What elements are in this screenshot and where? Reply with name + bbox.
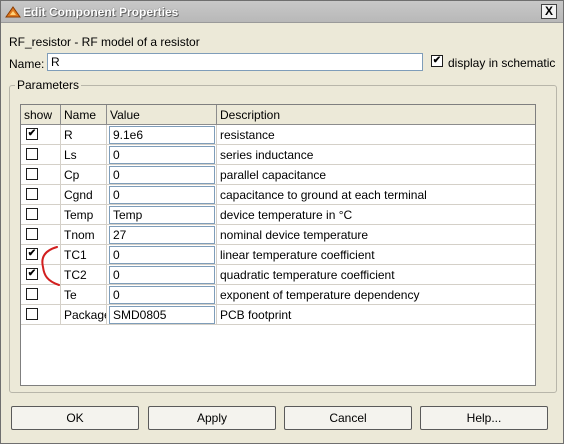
table-row[interactable]: Te 0 exponent of temperature dependency [21,285,535,305]
display-in-schematic-label: display in schematic [448,56,556,70]
value-cell: 0 [107,245,217,265]
param-description: linear temperature coefficient [217,245,535,265]
param-description: series inductance [217,145,535,165]
table-row[interactable]: Cgnd 0 capacitance to ground at each ter… [21,185,535,205]
table-row[interactable]: ✔ TC1 0 linear temperature coefficient [21,245,535,265]
show-checkbox[interactable] [26,148,38,160]
window-title: Edit Component Properties [23,5,179,19]
column-header-name[interactable]: Name [61,105,107,125]
component-subtitle: RF_resistor - RF model of a resistor [9,35,200,49]
ok-button[interactable]: OK [11,406,139,430]
cancel-button[interactable]: Cancel [284,406,412,430]
value-cell: 0 [107,265,217,285]
value-cell: 0 [107,145,217,165]
param-value-field[interactable]: 0 [109,266,215,284]
value-cell: 27 [107,225,217,245]
close-icon: X [544,4,553,18]
value-cell: Temp [107,205,217,225]
parameters-table: show Name Value Description ✔ R 9.1e6 re… [20,104,536,386]
value-cell: 0 [107,185,217,205]
table-row[interactable]: Ls 0 series inductance [21,145,535,165]
param-name: TC2 [61,265,107,285]
check-mark-icon: ✔ [27,128,37,139]
param-name: R [61,125,107,145]
param-value-field[interactable]: 27 [109,226,215,244]
param-name: TC1 [61,245,107,265]
show-cell [21,305,61,325]
param-name: Package [61,305,107,325]
param-value-field[interactable]: 0 [109,146,215,164]
show-cell [21,225,61,245]
param-value-field[interactable]: 0 [109,246,215,264]
check-mark-icon: ✔ [27,248,37,259]
param-value-field[interactable]: Temp [109,206,215,224]
show-cell: ✔ [21,125,61,145]
show-checkbox[interactable] [26,288,38,300]
column-header-show[interactable]: show [21,105,61,125]
show-cell [21,285,61,305]
app-icon [5,6,21,18]
param-description: nominal device temperature [217,225,535,245]
param-description: quadratic temperature coefficient [217,265,535,285]
help-button[interactable]: Help... [420,406,548,430]
parameters-group-label: Parameters [15,78,82,92]
param-value-field[interactable]: SMD0805 [109,306,215,324]
table-row[interactable]: ✔ R 9.1e6 resistance [21,125,535,145]
show-cell [21,145,61,165]
param-description: parallel capacitance [217,165,535,185]
close-button[interactable]: X [541,4,557,19]
title-bar: Edit Component Properties X [1,1,563,23]
value-cell: 0 [107,285,217,305]
param-name: Cp [61,165,107,185]
table-row[interactable]: ✔ TC2 0 quadratic temperature coefficien… [21,265,535,285]
param-value-field[interactable]: 0 [109,286,215,304]
apply-button[interactable]: Apply [148,406,276,430]
param-description: exponent of temperature dependency [217,285,535,305]
red-bracket-annotation [41,246,60,286]
table-row[interactable]: Temp Temp device temperature in °C [21,205,535,225]
show-cell [21,185,61,205]
display-in-schematic-checkbox[interactable]: ✔ [431,55,443,67]
column-header-description[interactable]: Description [217,105,535,125]
param-name: Tnom [61,225,107,245]
value-cell: SMD0805 [107,305,217,325]
table-row[interactable]: Package SMD0805 PCB footprint [21,305,535,325]
check-mark-icon: ✔ [27,268,37,279]
show-cell [21,205,61,225]
value-cell: 9.1e6 [107,125,217,145]
table-row[interactable]: Cp 0 parallel capacitance [21,165,535,185]
value-cell: 0 [107,165,217,185]
param-description: capacitance to ground at each terminal [217,185,535,205]
param-description: PCB footprint [217,305,535,325]
edit-component-dialog: Edit Component Properties X RF_resistor … [0,0,564,444]
param-value-field[interactable]: 0 [109,166,215,184]
show-checkbox[interactable] [26,168,38,180]
param-name: Temp [61,205,107,225]
column-header-value[interactable]: Value [107,105,217,125]
param-description: resistance [217,125,535,145]
check-mark-icon: ✔ [432,55,442,66]
param-value-field[interactable]: 0 [109,186,215,204]
show-checkbox[interactable]: ✔ [26,128,38,140]
show-checkbox[interactable] [26,208,38,220]
param-name: Ls [61,145,107,165]
name-input[interactable] [47,53,423,71]
show-checkbox[interactable] [26,228,38,240]
show-cell [21,165,61,185]
param-description: device temperature in °C [217,205,535,225]
show-checkbox[interactable] [26,308,38,320]
show-checkbox[interactable] [26,188,38,200]
table-header: show Name Value Description [21,105,535,125]
param-name: Cgnd [61,185,107,205]
name-label: Name: [9,57,45,71]
param-value-field[interactable]: 9.1e6 [109,126,215,144]
param-name: Te [61,285,107,305]
table-row[interactable]: Tnom 27 nominal device temperature [21,225,535,245]
